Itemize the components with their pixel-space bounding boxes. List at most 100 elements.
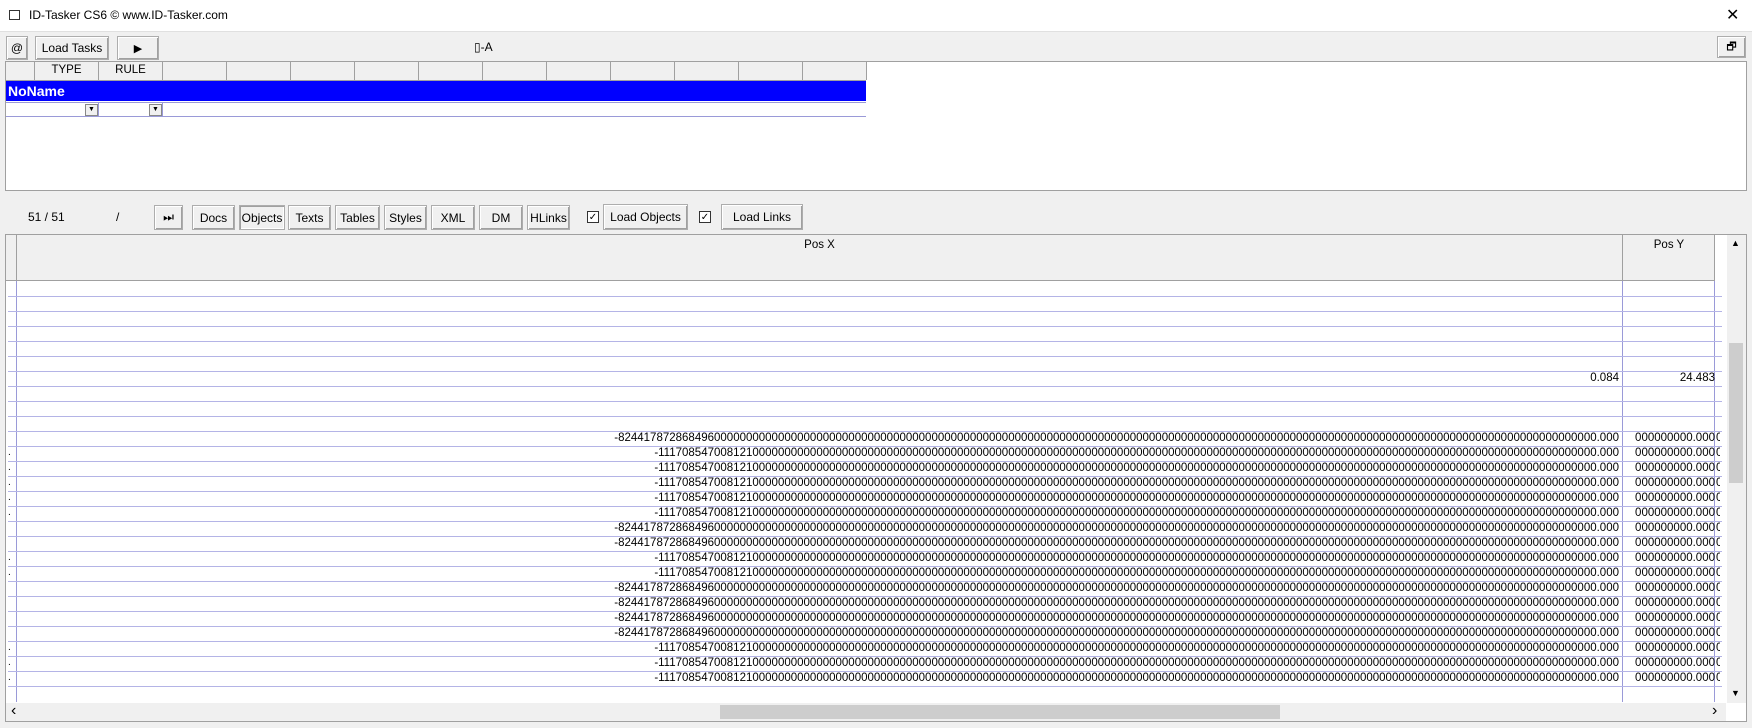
at-button[interactable]: @ <box>6 36 28 60</box>
cell-next-column[interactable]: 0 <box>1716 432 1720 444</box>
row-marker: . <box>8 642 11 653</box>
cell-next-column[interactable]: 0 <box>1716 507 1720 519</box>
cell-next-column[interactable]: 0 <box>1716 462 1720 474</box>
cell-pos-y[interactable]: 000000000.000 <box>1623 477 1715 489</box>
tab-dm[interactable]: DM <box>479 205 523 230</box>
row-marker: . <box>8 567 11 578</box>
close-icon[interactable]: ✕ <box>1726 5 1739 25</box>
cell-pos-y[interactable]: 000000000.000 <box>1623 582 1715 594</box>
scroll-up-icon[interactable]: ▲ <box>1731 238 1740 248</box>
column-header-pos-x[interactable]: Pos X <box>17 239 1622 251</box>
cell-next-column[interactable]: 0 <box>1716 567 1720 579</box>
chevron-down-icon[interactable]: ▼ <box>149 104 162 116</box>
tab-xml[interactable]: XML <box>431 205 475 230</box>
play-icon[interactable]: ▶ <box>117 36 159 60</box>
cell-pos-y[interactable]: 000000000.000 <box>1623 627 1715 639</box>
cell-next-column[interactable]: 0 <box>1716 552 1720 564</box>
cell-pos-y[interactable]: 000000000.000 <box>1623 432 1715 444</box>
fast-forward-icon[interactable]: ⏭ <box>154 205 183 230</box>
row-gridline <box>8 686 1722 687</box>
cell-pos-x[interactable]: -824417872868496000000000000000000000000… <box>17 612 1619 624</box>
row-marker: . <box>8 447 11 458</box>
cell-pos-y[interactable]: 000000000.000 <box>1623 522 1715 534</box>
task-grid-col-handle <box>6 62 35 80</box>
task-grid-header-type[interactable]: TYPE <box>35 64 98 76</box>
scroll-down-icon[interactable]: ▼ <box>1731 688 1740 698</box>
cell-pos-y[interactable]: 000000000.000 <box>1623 462 1715 474</box>
tab-objects[interactable]: Objects <box>239 205 285 230</box>
row-gridline <box>8 296 1722 297</box>
load-links-button[interactable]: Load Links <box>721 204 803 230</box>
task-grid-header-divider <box>162 62 163 80</box>
task-grid-header-divider <box>226 62 227 80</box>
load-objects-checkbox[interactable]: ✓ <box>587 211 599 223</box>
cell-pos-y[interactable]: 000000000.000 <box>1623 567 1715 579</box>
task-row-selected[interactable] <box>6 81 866 101</box>
cell-next-column[interactable]: 0 <box>1716 672 1720 684</box>
cell-pos-x[interactable]: -111708547008121000000000000000000000000… <box>17 492 1619 504</box>
cell-next-column[interactable]: 0 <box>1716 627 1720 639</box>
cell-pos-x[interactable]: -824417872868496000000000000000000000000… <box>17 582 1619 594</box>
horizontal-scroll-thumb[interactable] <box>720 705 1280 719</box>
cell-pos-x[interactable]: -111708547008121000000000000000000000000… <box>17 657 1619 669</box>
cell-pos-y[interactable]: 000000000.000 <box>1623 537 1715 549</box>
tab-hlinks[interactable]: HLinks <box>527 205 570 230</box>
column-header-pos-y[interactable]: Pos Y <box>1623 239 1715 251</box>
cell-next-column[interactable]: 0 <box>1716 597 1720 609</box>
cell-pos-x[interactable]: -111708547008121000000000000000000000000… <box>17 447 1619 459</box>
cell-pos-y[interactable]: 24.483 <box>1623 372 1715 384</box>
load-objects-button[interactable]: Load Objects <box>603 204 688 230</box>
cell-pos-x[interactable]: -111708547008121000000000000000000000000… <box>17 567 1619 579</box>
cell-next-column[interactable]: 0 <box>1716 537 1720 549</box>
cell-pos-y[interactable]: 000000000.000 <box>1623 642 1715 654</box>
tab-tables[interactable]: Tables <box>335 205 380 230</box>
cell-next-column[interactable]: 0 <box>1716 522 1720 534</box>
cell-pos-x[interactable]: -824417872868496000000000000000000000000… <box>17 627 1619 639</box>
scroll-left-icon[interactable]: ‹ <box>11 702 16 720</box>
task-grid-header-divider <box>482 62 483 80</box>
cell-pos-y[interactable]: 000000000.000 <box>1623 672 1715 684</box>
cell-pos-x[interactable]: -111708547008121000000000000000000000000… <box>17 462 1619 474</box>
cell-pos-x[interactable]: -824417872868496000000000000000000000000… <box>17 432 1619 444</box>
tab-texts[interactable]: Texts <box>288 205 331 230</box>
cell-next-column[interactable]: 0 <box>1716 447 1720 459</box>
task-grid-header-divider <box>610 62 611 80</box>
cell-next-column[interactable]: 0 <box>1716 477 1720 489</box>
cell-pos-x[interactable]: -824417872868496000000000000000000000000… <box>17 537 1619 549</box>
cell-next-column[interactable]: 0 <box>1716 612 1720 624</box>
cell-pos-y[interactable]: 000000000.000 <box>1623 492 1715 504</box>
cell-pos-x[interactable]: -111708547008121000000000000000000000000… <box>17 552 1619 564</box>
cell-pos-x[interactable]: -111708547008121000000000000000000000000… <box>17 477 1619 489</box>
cell-pos-y[interactable]: 000000000.000 <box>1623 552 1715 564</box>
row-marker: . <box>8 492 11 503</box>
task-grid-header-divider <box>674 62 675 80</box>
cell-pos-x[interactable]: -111708547008121000000000000000000000000… <box>17 507 1619 519</box>
cell-next-column[interactable]: 0 <box>1716 642 1720 654</box>
record-counter: 51 / 51 <box>28 210 65 224</box>
cell-pos-x[interactable]: -111708547008121000000000000000000000000… <box>17 642 1619 654</box>
cell-next-column[interactable]: 0 <box>1716 492 1720 504</box>
cell-pos-y[interactable]: 000000000.000 <box>1623 657 1715 669</box>
cell-pos-x[interactable]: -111708547008121000000000000000000000000… <box>17 672 1619 684</box>
cell-pos-y[interactable]: 000000000.000 <box>1623 612 1715 624</box>
cell-pos-y[interactable]: 000000000.000 <box>1623 507 1715 519</box>
title-bar <box>0 0 1752 32</box>
cell-next-column[interactable]: 0 <box>1716 657 1720 669</box>
cell-pos-x[interactable]: -824417872868496000000000000000000000000… <box>17 522 1619 534</box>
load-links-checkbox[interactable]: ✓ <box>699 211 711 223</box>
window-title: ID-Tasker CS6 © www.ID-Tasker.com <box>29 8 228 22</box>
cell-pos-y[interactable]: 000000000.000 <box>1623 447 1715 459</box>
restore-icon[interactable]: 🗗 <box>1717 36 1746 58</box>
cell-pos-x[interactable]: 0.084 <box>17 372 1619 384</box>
cell-pos-x[interactable]: -824417872868496000000000000000000000000… <box>17 597 1619 609</box>
row-gridline <box>8 401 1722 402</box>
vertical-scroll-thumb[interactable] <box>1729 343 1743 483</box>
task-grid-header-rule[interactable]: RULE <box>99 64 162 76</box>
tab-styles[interactable]: Styles <box>384 205 427 230</box>
chevron-down-icon[interactable]: ▼ <box>85 104 98 116</box>
scroll-right-icon[interactable]: › <box>1712 702 1717 720</box>
cell-pos-y[interactable]: 000000000.000 <box>1623 597 1715 609</box>
tab-docs[interactable]: Docs <box>192 205 235 230</box>
cell-next-column[interactable]: 0 <box>1716 582 1720 594</box>
load-tasks-button[interactable]: Load Tasks <box>35 36 109 60</box>
